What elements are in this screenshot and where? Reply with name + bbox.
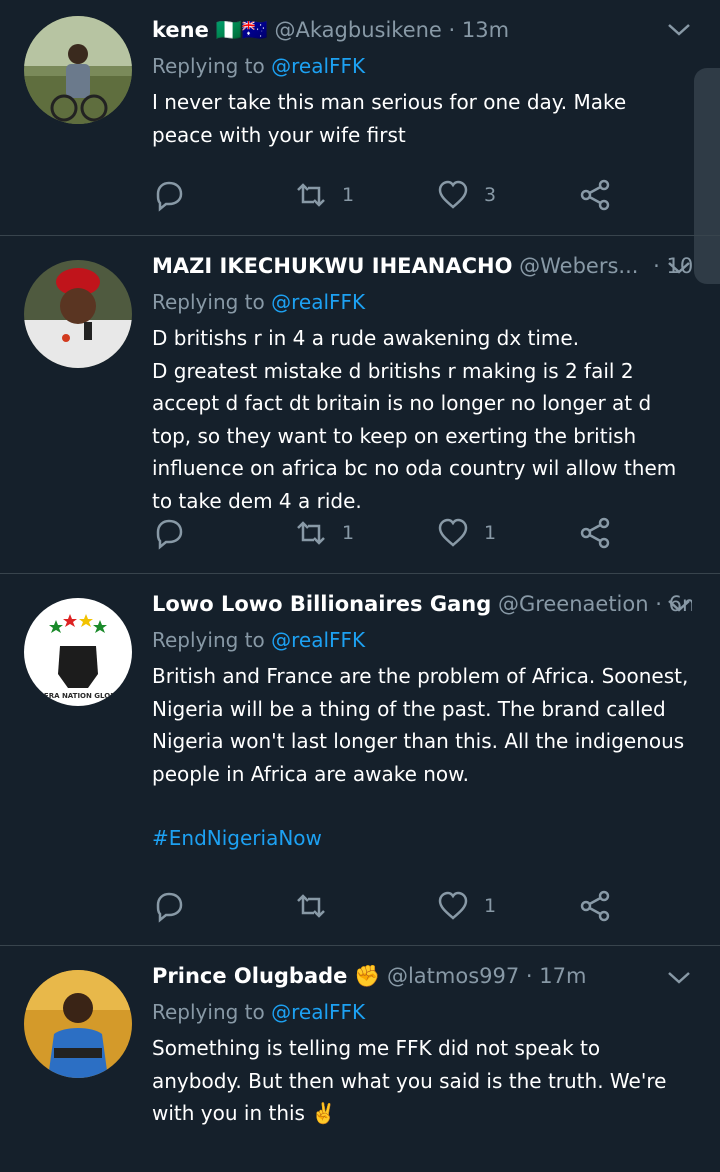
handle[interactable]: @latmos997	[387, 964, 519, 988]
retweet-count: 1	[342, 522, 355, 544]
separator: ·	[525, 964, 533, 988]
tweet-text: D britishs r in 4 a rude awakening dx ti…	[152, 326, 677, 513]
tweet[interactable]: MAZI IKECHUKWU IHEANACHO @Webers... · 10…	[0, 236, 720, 574]
share-icon	[580, 517, 610, 549]
tweet-actions: 1 3	[152, 175, 632, 215]
share-icon	[580, 890, 610, 922]
chevron-down-icon[interactable]	[666, 596, 692, 616]
replying-prefix: Replying to	[152, 54, 265, 78]
tweet-text: I never take this man serious for one da…	[152, 90, 627, 147]
handle[interactable]: @Akagbusikene	[275, 18, 442, 42]
avatar-logo-text: BIAFRA NATION GLOBAL	[31, 692, 126, 700]
reply-icon	[156, 519, 183, 550]
chevron-down-icon[interactable]	[666, 20, 692, 40]
reply-button[interactable]	[152, 886, 200, 926]
mention-link[interactable]: @realFFK	[271, 290, 365, 314]
like-button[interactable]: 1	[436, 513, 496, 553]
display-name[interactable]: Lowo Lowo Billionaires Gang	[152, 592, 491, 616]
handle[interactable]: @Greenaetion	[498, 592, 649, 616]
flag-emojis: 🇳🇬🇦🇺	[215, 18, 268, 42]
share-button[interactable]	[578, 886, 612, 926]
avatar[interactable]: BIAFRA NATION GLOBAL	[24, 598, 132, 706]
separator: ·	[653, 254, 660, 278]
display-name[interactable]: MAZI IKECHUKWU IHEANACHO	[152, 254, 512, 278]
replying-to: Replying to @realFFK	[152, 284, 692, 320]
avatar[interactable]	[24, 260, 132, 368]
tweet-text: Something is telling me FFK did not spea…	[152, 1036, 667, 1125]
reply-button[interactable]	[152, 175, 200, 215]
reply-icon	[156, 181, 183, 212]
heart-icon	[438, 891, 468, 920]
share-button[interactable]	[578, 513, 612, 553]
share-button[interactable]	[578, 175, 612, 215]
retweet-icon	[297, 183, 325, 207]
avatar[interactable]	[24, 970, 132, 1078]
fist-emoji: ✊	[354, 964, 381, 988]
mention-link[interactable]: @realFFK	[271, 54, 365, 78]
tweet[interactable]: Prince Olugbade ✊ @latmos997 · 17m Reply…	[0, 946, 720, 1172]
separator: ·	[448, 18, 456, 42]
replying-to: Replying to @realFFK	[152, 48, 692, 84]
share-icon	[580, 179, 610, 211]
like-button[interactable]: 1	[436, 886, 496, 926]
replying-prefix: Replying to	[152, 1000, 265, 1024]
heart-icon	[438, 180, 468, 209]
handle[interactable]: @Webers...	[519, 254, 638, 278]
tweet[interactable]: BIAFRA NATION GLOBAL Lowo Lowo Billionai…	[0, 574, 720, 946]
retweet-count: 1	[342, 184, 355, 206]
retweet-button[interactable]: 1	[294, 175, 354, 215]
display-name[interactable]: kene	[152, 18, 209, 42]
retweet-icon	[297, 521, 325, 545]
retweet-button[interactable]: 1	[294, 513, 354, 553]
replying-to: Replying to @realFFK	[152, 622, 692, 658]
tweet-actions: 1 1	[152, 513, 632, 553]
mention-link[interactable]: @realFFK	[271, 628, 365, 652]
chevron-down-icon[interactable]	[666, 968, 692, 988]
replying-to: Replying to @realFFK	[152, 994, 692, 1030]
chevron-down-icon[interactable]	[666, 258, 692, 278]
timestamp[interactable]: 13m	[462, 18, 509, 42]
like-count: 3	[484, 184, 497, 206]
reply-icon	[156, 892, 183, 923]
heart-icon	[438, 518, 468, 547]
like-count: 1	[484, 895, 497, 917]
tweet[interactable]: kene 🇳🇬🇦🇺 @Akagbusikene · 13m Replying t…	[0, 0, 720, 236]
replying-prefix: Replying to	[152, 628, 265, 652]
mention-link[interactable]: @realFFK	[271, 1000, 365, 1024]
display-name[interactable]: Prince Olugbade	[152, 964, 347, 988]
tweet-text: British and France are the problem of Af…	[152, 664, 689, 786]
retweet-button[interactable]	[294, 886, 342, 926]
hashtag-link[interactable]: #EndNigeriaNow	[152, 822, 692, 855]
reply-button[interactable]	[152, 513, 200, 553]
like-button[interactable]: 3	[436, 175, 496, 215]
like-count: 1	[484, 522, 497, 544]
retweet-icon	[297, 894, 325, 918]
timestamp[interactable]: 17m	[539, 964, 586, 988]
avatar[interactable]	[24, 16, 132, 124]
separator: ·	[655, 592, 662, 616]
replying-prefix: Replying to	[152, 290, 265, 314]
tweet-actions: 1	[152, 886, 632, 926]
